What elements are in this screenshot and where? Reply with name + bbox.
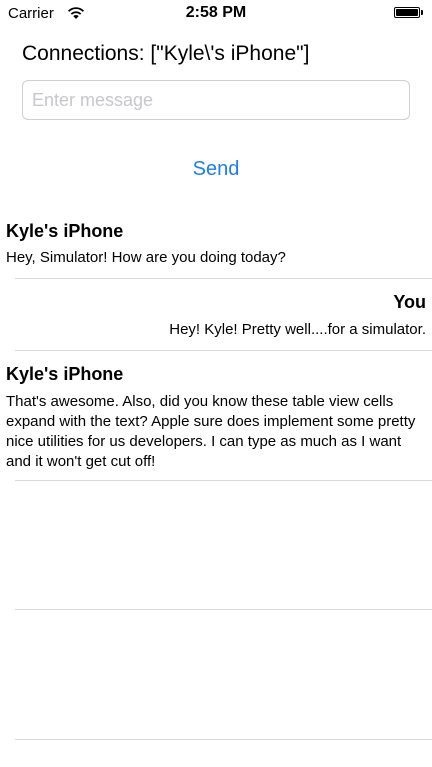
connections-label: Connections: ["Kyle\'s iPhone"] [22, 42, 310, 65]
message-cell[interactable]: Kyle's iPhone Hey, Simulator! How are yo… [0, 208, 432, 279]
message-text: That's awesome. Also, did you know these… [6, 393, 416, 470]
empty-row-separator [15, 609, 432, 610]
status-bar: Carrier 2:58 PM [0, 0, 432, 28]
message-text: Hey! Kyle! Pretty well....for a simulato… [169, 321, 426, 338]
empty-row-separator [15, 739, 432, 740]
message-sender: Kyle's iPhone [6, 364, 124, 384]
message-cell[interactable]: You Hey! Kyle! Pretty well....for a simu… [0, 279, 432, 351]
cell-separator [15, 480, 432, 481]
message-text: Hey, Simulator! How are you doing today? [6, 249, 286, 266]
message-cell[interactable]: Kyle's iPhone That's awesome. Also, did … [0, 351, 432, 481]
message-sender: You [393, 292, 426, 312]
status-time: 2:58 PM [185, 4, 247, 21]
battery-icon [394, 7, 424, 19]
send-button[interactable]: Send [166, 154, 266, 184]
message-sender: Kyle's iPhone [6, 221, 124, 241]
message-input[interactable] [22, 80, 410, 120]
